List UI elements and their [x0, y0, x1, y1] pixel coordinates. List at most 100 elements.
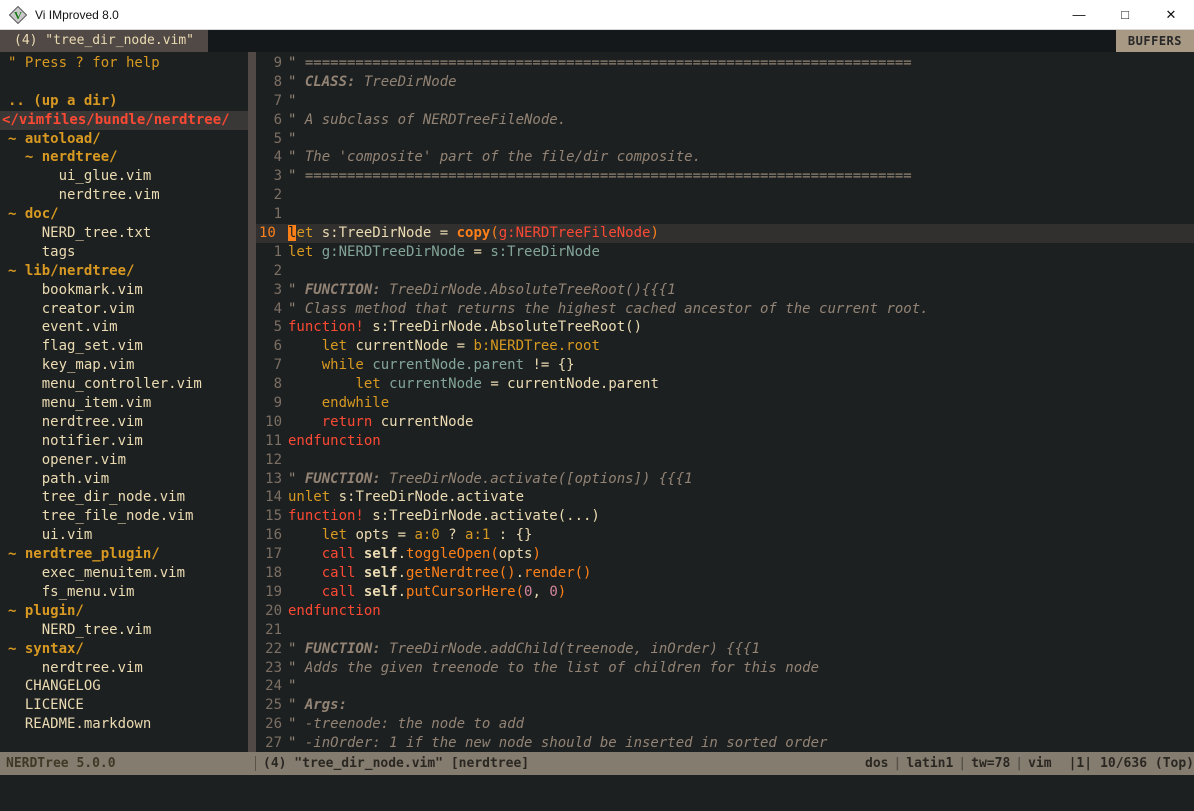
code-line[interactable]: 11endfunction — [256, 432, 1194, 451]
tabline: (4) "tree_dir_node.vim" BUFFERS — [0, 30, 1194, 52]
minimize-button[interactable]: — — [1056, 0, 1102, 29]
nerdtree-file-node[interactable]: flag_set.vim — [0, 337, 248, 356]
code-line[interactable]: 21 — [256, 621, 1194, 640]
nerdtree-file-node[interactable]: bookmark.vim — [0, 281, 248, 300]
code-line[interactable]: 12 — [256, 451, 1194, 470]
code-text: call self.toggleOpen(opts) — [288, 545, 1194, 564]
vertical-split[interactable] — [248, 52, 256, 752]
code-line[interactable]: 7 while currentNode.parent != {} — [256, 356, 1194, 375]
nerdtree-file-node[interactable]: fs_menu.vim — [0, 583, 248, 602]
code-line[interactable]: 10 return currentNode — [256, 413, 1194, 432]
close-button[interactable]: ✕ — [1148, 0, 1194, 29]
code-text: " Class method that returns the highest … — [288, 300, 1194, 319]
code-line[interactable]: 6 let currentNode = b:NERDTree.root — [256, 337, 1194, 356]
line-number: 10 — [256, 224, 288, 243]
command-line[interactable] — [0, 775, 1194, 811]
nerdtree-up-node[interactable]: .. (up a dir) — [0, 92, 248, 111]
statusline-right: dos|latin1|tw=78|vim — [860, 756, 1065, 771]
nerdtree-file-node[interactable]: menu_item.vim — [0, 394, 248, 413]
nerdtree-dir-node[interactable]: ~ plugin/ — [0, 602, 248, 621]
nerdtree-dir-node[interactable]: ~ syntax/ — [0, 640, 248, 659]
nerdtree-panel[interactable]: " Press ? for help .. (up a dir)</vimfil… — [0, 52, 248, 752]
code-line[interactable]: 5function! s:TreeDirNode.AbsoluteTreeRoo… — [256, 318, 1194, 337]
code-line[interactable]: 23" Adds the given treenode to the list … — [256, 659, 1194, 678]
nerdtree-file-node[interactable]: LICENCE — [0, 696, 248, 715]
line-number: 9 — [256, 54, 288, 73]
nerdtree-file-node[interactable]: tree_file_node.vim — [0, 507, 248, 526]
code-text — [288, 186, 1194, 205]
nerdtree-file-node[interactable]: key_map.vim — [0, 356, 248, 375]
nerdtree-file-node[interactable]: ui.vim — [0, 526, 248, 545]
nerdtree-root-node[interactable]: </vimfiles/bundle/nerdtree/ — [0, 111, 248, 130]
nerdtree-file-node[interactable]: creator.vim — [0, 300, 248, 319]
nerdtree-dir-node[interactable]: ~ autoload/ — [0, 130, 248, 149]
code-line[interactable]: 9 endwhile — [256, 394, 1194, 413]
code-line[interactable]: 9" =====================================… — [256, 54, 1194, 73]
nerdtree-file-node[interactable]: path.vim — [0, 470, 248, 489]
code-line[interactable]: 24" — [256, 677, 1194, 696]
nerdtree-dir-node[interactable]: ~ lib/nerdtree/ — [0, 262, 248, 281]
nerdtree-dir-node[interactable]: ~ nerdtree_plugin/ — [0, 545, 248, 564]
nerdtree-file-node[interactable]: nerdtree.vim — [0, 186, 248, 205]
maximize-button[interactable]: □ — [1102, 0, 1148, 29]
nerdtree-file-node[interactable]: notifier.vim — [0, 432, 248, 451]
nerdtree-file-node[interactable]: ui_glue.vim — [0, 167, 248, 186]
nerdtree-file-node[interactable]: nerdtree.vim — [0, 659, 248, 678]
code-line[interactable]: 27" -inOrder: 1 if the new node should b… — [256, 734, 1194, 752]
code-line[interactable]: 18 call self.getNerdtree().render() — [256, 564, 1194, 583]
nerdtree-file-node[interactable]: CHANGELOG — [0, 677, 248, 696]
code-line[interactable]: 15function! s:TreeDirNode.activate(...) — [256, 507, 1194, 526]
nerdtree-file-node[interactable]: nerdtree.vim — [0, 413, 248, 432]
code-line[interactable]: 19 call self.putCursorHere(0, 0) — [256, 583, 1194, 602]
code-line[interactable]: 6" A subclass of NERDTreeFileNode. — [256, 111, 1194, 130]
nerdtree-file-node[interactable]: menu_controller.vim — [0, 375, 248, 394]
code-line[interactable]: 3" FUNCTION: TreeDirNode.AbsoluteTreeRoo… — [256, 281, 1194, 300]
code-line[interactable]: 25" Args: — [256, 696, 1194, 715]
line-number: 3 — [256, 167, 288, 186]
nerdtree-help-line[interactable]: " Press ? for help — [0, 54, 248, 73]
code-text: let currentNode = currentNode.parent — [288, 375, 1194, 394]
code-line[interactable]: 13" FUNCTION: TreeDirNode.activate([opti… — [256, 470, 1194, 489]
line-number: 16 — [256, 526, 288, 545]
code-line[interactable]: 8" CLASS: TreeDirNode — [256, 73, 1194, 92]
code-text: endfunction — [288, 602, 1194, 621]
code-line[interactable]: 14unlet s:TreeDirNode.activate — [256, 488, 1194, 507]
code-line[interactable]: 20endfunction — [256, 602, 1194, 621]
code-line[interactable]: 4" The 'composite' part of the file/dir … — [256, 148, 1194, 167]
line-number: 5 — [256, 318, 288, 337]
code-line[interactable]: 8 let currentNode = currentNode.parent — [256, 375, 1194, 394]
tab-active[interactable]: (4) "tree_dir_node.vim" — [0, 30, 208, 52]
code-line[interactable]: 4" Class method that returns the highest… — [256, 300, 1194, 319]
window-number: |1| — [1065, 756, 1096, 771]
code-line[interactable]: 3" =====================================… — [256, 167, 1194, 186]
code-line[interactable]: 1let g:NERDTreeDirNode = s:TreeDirNode — [256, 243, 1194, 262]
statusline-item: latin1 — [901, 756, 958, 771]
nerdtree-file-node[interactable]: tree_dir_node.vim — [0, 488, 248, 507]
statusline-item: tw=78 — [966, 756, 1015, 771]
code-line[interactable]: 2 — [256, 186, 1194, 205]
nerdtree-file-node[interactable]: exec_menuitem.vim — [0, 564, 248, 583]
code-line-current[interactable]: 10let s:TreeDirNode = copy(g:NERDTreeFil… — [256, 224, 1194, 243]
nerdtree-file-node[interactable]: README.markdown — [0, 715, 248, 734]
code-text: " ======================================… — [288, 167, 1194, 186]
nerdtree-dir-node[interactable]: ~ nerdtree/ — [0, 148, 248, 167]
nerdtree-file-node[interactable]: opener.vim — [0, 451, 248, 470]
code-line[interactable]: 22" FUNCTION: TreeDirNode.addChild(treen… — [256, 640, 1194, 659]
editor-buffer[interactable]: 9 " =====================================… — [256, 52, 1194, 752]
code-line[interactable]: 16 let opts = a:0 ? a:1 : {} — [256, 526, 1194, 545]
code-line[interactable]: 7" — [256, 92, 1194, 111]
nerdtree-file-node[interactable]: event.vim — [0, 318, 248, 337]
code-line[interactable]: 17 call self.toggleOpen(opts) — [256, 545, 1194, 564]
code-line[interactable]: 26" -treenode: the node to add — [256, 715, 1194, 734]
line-number: 4 — [256, 148, 288, 167]
code-line[interactable]: 5" — [256, 130, 1194, 149]
code-line[interactable]: 2 — [256, 262, 1194, 281]
code-text: let opts = a:0 ? a:1 : {} — [288, 526, 1194, 545]
nerdtree-file-node[interactable]: NERD_tree.vim — [0, 621, 248, 640]
code-text: while currentNode.parent != {} — [288, 356, 1194, 375]
code-line[interactable]: 1 — [256, 205, 1194, 224]
nerdtree-file-node[interactable]: NERD_tree.txt — [0, 224, 248, 243]
line-number: 20 — [256, 602, 288, 621]
nerdtree-dir-node[interactable]: ~ doc/ — [0, 205, 248, 224]
nerdtree-file-node[interactable]: tags — [0, 243, 248, 262]
